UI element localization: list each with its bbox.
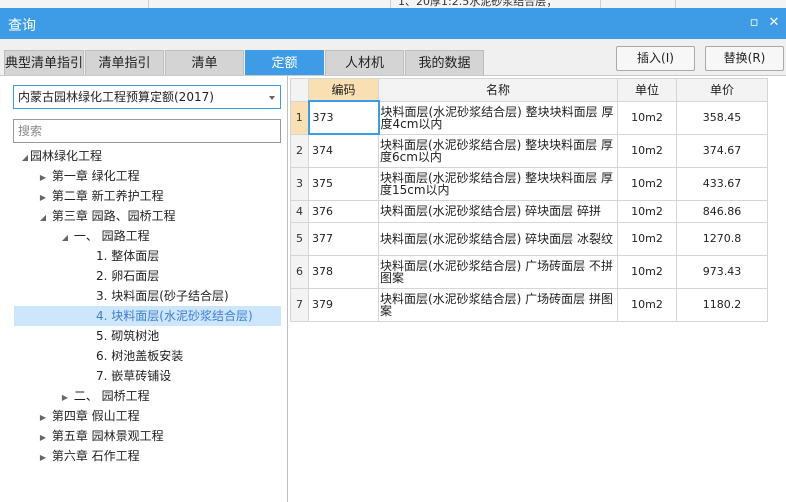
unit-cell[interactable]: 10m2 — [617, 100, 677, 135]
tree-item-6[interactable]: 6. 树池盖板安装 — [96, 346, 183, 366]
name-cell[interactable]: 块料面层(水泥砂浆结合层) 广场砖面层 不拼图案 — [378, 254, 618, 289]
bg-divider — [675, 0, 676, 8]
panel-splitter[interactable] — [287, 76, 288, 502]
price-cell[interactable]: 1180.2 — [676, 287, 768, 322]
price-cell[interactable]: 358.45 — [676, 100, 768, 135]
tab-list-guide[interactable]: 清单指引 — [85, 50, 164, 75]
tab-list[interactable]: 清单 — [165, 50, 244, 75]
bg-divider — [600, 0, 601, 8]
quota-library-value: 内蒙古园林绿化工程预算定额(2017) — [18, 90, 214, 104]
code-cell[interactable]: 377 — [308, 221, 379, 256]
price-cell[interactable]: 1270.8 — [676, 221, 768, 256]
expand-icon[interactable]: ▶ — [38, 188, 48, 208]
price-cell[interactable]: 433.67 — [676, 166, 768, 201]
tab-quota[interactable]: 定额 — [245, 50, 324, 75]
chevron-down-icon[interactable] — [269, 96, 275, 100]
row-number[interactable]: 4 — [290, 199, 309, 223]
quota-library-select[interactable]: 内蒙古园林绿化工程预算定额(2017) — [13, 85, 281, 109]
tree-node-root[interactable]: ◢ 园林绿化工程 — [20, 146, 102, 166]
tree-item-2[interactable]: 2. 卵石面层 — [96, 266, 159, 286]
name-cell[interactable]: 块料面层(水泥砂浆结合层) 广场砖面层 拼图案 — [378, 287, 618, 322]
price-cell[interactable]: 973.43 — [676, 254, 768, 289]
tab-labor-material-machine[interactable]: 人材机 — [325, 50, 404, 75]
tree-node-chapter-6[interactable]: ▶ 第六章 石作工程 — [38, 446, 140, 466]
tree-node-section-1[interactable]: ◢ 一、 园路工程 — [60, 226, 150, 246]
code-cell[interactable]: 376 — [308, 199, 379, 223]
table-row[interactable]: 5 377 块料面层(水泥砂浆结合层) 碎块面层 冰裂纹 10m2 1270.8 — [290, 221, 768, 256]
replace-button[interactable]: 替换(R) — [705, 46, 784, 71]
table-row[interactable]: 7 379 块料面层(水泥砂浆结合层) 广场砖面层 拼图案 10m2 1180.… — [290, 287, 768, 322]
tree-node-chapter-3[interactable]: ◢ 第三章 园路、园桥工程 — [38, 206, 176, 226]
tree-item-3[interactable]: 3. 块料面层(砂子结合层) — [96, 286, 229, 306]
unit-cell[interactable]: 10m2 — [617, 221, 677, 256]
row-number[interactable]: 3 — [290, 166, 309, 201]
price-cell[interactable]: 374.67 — [676, 133, 768, 168]
code-cell[interactable]: 373 — [307, 100, 380, 135]
unit-cell[interactable]: 10m2 — [617, 199, 677, 223]
insert-button[interactable]: 插入(I) — [616, 46, 695, 71]
collapse-icon[interactable]: ◢ — [38, 208, 48, 228]
collapse-icon[interactable]: ◢ — [60, 228, 70, 248]
header-price[interactable]: 单价 — [676, 78, 768, 102]
left-panel: 内蒙古园林绿化工程预算定额(2017) ◢园林绿化工程 ▶ 第一章 绿化工程 ▶… — [0, 76, 287, 502]
expand-icon[interactable]: ▶ — [38, 168, 48, 188]
collapse-icon[interactable]: ◢ — [20, 148, 30, 168]
code-cell[interactable]: 374 — [308, 133, 379, 168]
tree-node-chapter-2[interactable]: ▶ 第二章 新工养护工程 — [38, 186, 164, 206]
row-number[interactable]: 2 — [290, 133, 309, 168]
unit-cell[interactable]: 10m2 — [617, 287, 677, 322]
price-cell[interactable]: 846.86 — [676, 199, 768, 223]
code-cell[interactable]: 378 — [308, 254, 379, 289]
table-row[interactable]: 6 378 块料面层(水泥砂浆结合层) 广场砖面层 不拼图案 10m2 973.… — [290, 254, 768, 289]
row-number[interactable]: 7 — [290, 287, 309, 322]
table-row[interactable]: 3 375 块料面层(水泥砂浆结合层) 整块块料面层 厚度15cm以内 10m2… — [290, 166, 768, 201]
code-cell[interactable]: 375 — [308, 166, 379, 201]
unit-cell[interactable]: 10m2 — [617, 166, 677, 201]
dialog-title-bar[interactable]: 查询 ▫ ✕ — [0, 8, 786, 39]
quota-table: 编码 名称 单位 单价 1 373 块料面层(水泥砂浆结合层) 整块块料面层 厚… — [290, 78, 768, 322]
expand-icon[interactable]: ▶ — [38, 408, 48, 428]
tree-item-1[interactable]: 1. 整体面层 — [96, 246, 159, 266]
header-code[interactable]: 编码 — [308, 78, 379, 102]
table-row[interactable]: 2 374 块料面层(水泥砂浆结合层) 整块块料面层 厚度6cm以内 10m2 … — [290, 133, 768, 168]
tree-item-5[interactable]: 5. 砌筑树池 — [96, 326, 159, 346]
name-cell[interactable]: 块料面层(水泥砂浆结合层) 整块块料面层 厚度15cm以内 — [378, 166, 618, 201]
bg-divider — [148, 0, 149, 8]
row-number[interactable]: 1 — [290, 100, 309, 135]
row-number[interactable]: 5 — [290, 221, 309, 256]
table-row[interactable]: 4 376 块料面层(水泥砂浆结合层) 碎块面层 碎拼 10m2 846.86 — [290, 199, 768, 223]
header-name[interactable]: 名称 — [378, 78, 618, 102]
name-cell[interactable]: 块料面层(水泥砂浆结合层) 整块块料面层 厚度6cm以内 — [378, 133, 618, 168]
name-cell[interactable]: 块料面层(水泥砂浆结合层) 整块块料面层 厚度4cm以内 — [378, 100, 618, 135]
header-corner — [290, 78, 309, 102]
content-area: 内蒙古园林绿化工程预算定额(2017) ◢园林绿化工程 ▶ 第一章 绿化工程 ▶… — [0, 75, 786, 502]
code-cell[interactable]: 379 — [308, 287, 379, 322]
row-number[interactable]: 6 — [290, 254, 309, 289]
expand-icon[interactable]: ▶ — [38, 448, 48, 468]
tree-node-chapter-1[interactable]: ▶ 第一章 绿化工程 — [38, 166, 140, 186]
tree-node-chapter-5[interactable]: ▶ 第五章 园林景观工程 — [38, 426, 164, 446]
tree-node-section-2[interactable]: ▶ 二、 园桥工程 — [60, 386, 150, 406]
expand-icon[interactable]: ▶ — [60, 388, 70, 408]
name-cell[interactable]: 块料面层(水泥砂浆结合层) 碎块面层 冰裂纹 — [378, 221, 618, 256]
dialog-title: 查询 — [8, 18, 36, 34]
tree-item-7[interactable]: 7. 嵌草砖铺设 — [96, 366, 171, 386]
unit-cell[interactable]: 10m2 — [617, 133, 677, 168]
bg-divider — [390, 0, 391, 8]
tab-my-data[interactable]: 我的数据 — [405, 50, 484, 75]
tree-item-4-selected[interactable]: 4. 块料面层(水泥砂浆结合层) — [14, 306, 281, 326]
header-unit[interactable]: 单位 — [617, 78, 677, 102]
name-cell[interactable]: 块料面层(水泥砂浆结合层) 碎块面层 碎拼 — [378, 199, 618, 223]
unit-cell[interactable]: 10m2 — [617, 254, 677, 289]
search-input[interactable] — [13, 119, 281, 143]
tree-node-chapter-4[interactable]: ▶ 第四章 假山工程 — [38, 406, 140, 426]
table-header-row: 编码 名称 单位 单价 — [290, 78, 768, 102]
close-icon[interactable]: ✕ — [767, 15, 781, 31]
restore-icon[interactable]: ▫ — [747, 15, 761, 31]
expand-icon[interactable]: ▶ — [38, 428, 48, 448]
tab-typical-list-guide[interactable]: 典型清单指引 — [4, 50, 84, 75]
table-row[interactable]: 1 373 块料面层(水泥砂浆结合层) 整块块料面层 厚度4cm以内 10m2 … — [290, 100, 768, 135]
